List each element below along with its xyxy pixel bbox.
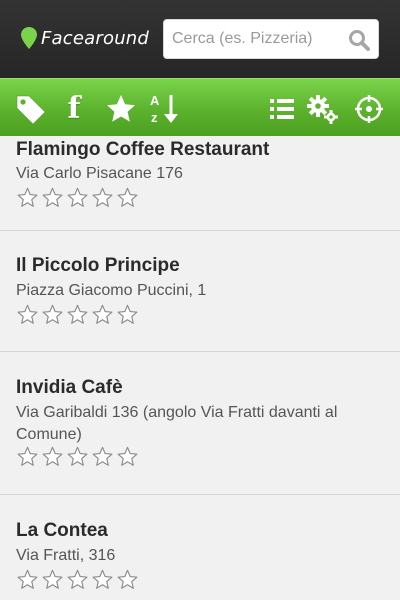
- place-address: Piazza Giacomo Puccini, 1: [16, 282, 207, 299]
- star-empty-icon[interactable]: [42, 304, 63, 325]
- location-pin-icon: [21, 27, 37, 49]
- place-name: Invidia Cafè: [16, 377, 123, 398]
- settings-icon[interactable]: [306, 92, 340, 126]
- list-item[interactable]: Il Piccolo Principe Piazza Giacomo Pucci…: [0, 231, 400, 352]
- star-empty-icon[interactable]: [42, 446, 63, 467]
- list-item[interactable]: La Contea Via Fratti, 316: [0, 495, 400, 600]
- list-icon[interactable]: [265, 92, 299, 126]
- place-address: Via Fratti, 316: [16, 547, 116, 564]
- rating-stars[interactable]: [17, 304, 138, 325]
- facebook-letter: f: [67, 91, 81, 126]
- star-empty-icon[interactable]: [67, 187, 88, 208]
- place-address: Via Garibaldi 136 (angolo Via Fratti dav…: [16, 404, 338, 443]
- places-list: Flamingo Coffee Restaurant Via Carlo Pis…: [0, 136, 400, 600]
- star-empty-icon[interactable]: [117, 304, 138, 325]
- star-empty-icon[interactable]: [117, 187, 138, 208]
- search-icon[interactable]: [348, 29, 370, 51]
- star-empty-icon[interactable]: [67, 304, 88, 325]
- star-empty-icon[interactable]: [92, 569, 113, 590]
- rating-stars[interactable]: [17, 446, 138, 467]
- star-empty-icon[interactable]: [117, 569, 138, 590]
- star-empty-icon[interactable]: [92, 446, 113, 467]
- star-empty-icon[interactable]: [117, 446, 138, 467]
- place-address: Via Carlo Pisacane 176: [16, 165, 183, 182]
- rating-stars[interactable]: [17, 569, 138, 590]
- sort-az-icon[interactable]: A z: [147, 92, 181, 126]
- star-empty-icon[interactable]: [17, 304, 38, 325]
- rating-stars[interactable]: [17, 187, 138, 208]
- svg-text:z: z: [151, 110, 158, 125]
- search-box[interactable]: [163, 19, 379, 59]
- star-empty-icon[interactable]: [42, 187, 63, 208]
- place-name: La Contea: [16, 520, 108, 541]
- star-empty-icon[interactable]: [92, 304, 113, 325]
- place-name: Il Piccolo Principe: [16, 255, 180, 276]
- place-name: Flamingo Coffee Restaurant: [16, 139, 270, 160]
- star-icon[interactable]: [104, 92, 138, 126]
- facebook-icon[interactable]: f: [57, 92, 91, 126]
- search-input[interactable]: [172, 20, 340, 58]
- star-empty-icon[interactable]: [17, 187, 38, 208]
- list-item[interactable]: Flamingo Coffee Restaurant Via Carlo Pis…: [0, 136, 400, 231]
- star-empty-icon[interactable]: [42, 569, 63, 590]
- app-logo[interactable]: Facearound: [21, 27, 149, 49]
- star-empty-icon[interactable]: [67, 446, 88, 467]
- list-item[interactable]: Invidia Cafè Via Garibaldi 136 (angolo V…: [0, 352, 400, 495]
- star-empty-icon[interactable]: [92, 187, 113, 208]
- star-empty-icon[interactable]: [67, 569, 88, 590]
- svg-text:A: A: [150, 93, 160, 108]
- app-header: Facearound: [0, 0, 400, 78]
- logo-text: Facearound: [41, 27, 150, 49]
- toolbar: f A z: [0, 78, 400, 136]
- locate-icon[interactable]: [352, 92, 386, 126]
- star-empty-icon[interactable]: [17, 446, 38, 467]
- star-empty-icon[interactable]: [17, 569, 38, 590]
- tag-icon[interactable]: [14, 92, 48, 126]
